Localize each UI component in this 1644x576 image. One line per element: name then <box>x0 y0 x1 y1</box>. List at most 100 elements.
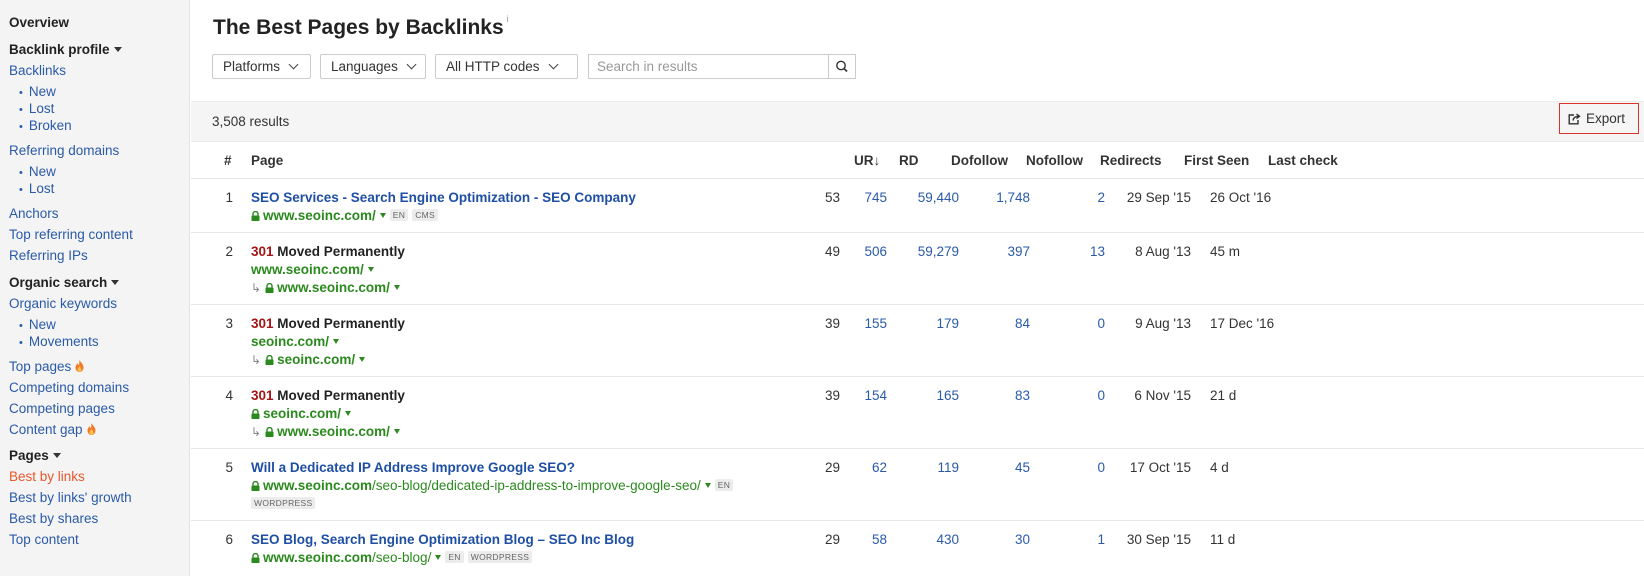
column-header-ur[interactable]: UR↓ <box>854 153 880 168</box>
page-title-link[interactable]: SEO Services - Search Engine Optimizatio… <box>251 190 636 205</box>
sidebar-item-content-gap[interactable]: Content gap <box>9 422 96 437</box>
fire-icon <box>87 423 96 435</box>
cell-dofollow[interactable]: 165 <box>891 388 959 403</box>
results-count: 3,508 results <box>212 114 290 129</box>
page-title-link[interactable]: 301 Moved Permanently <box>251 388 405 403</box>
sidebar-section-pages[interactable]: Pages <box>9 448 61 463</box>
column-header-dofollow[interactable]: Dofollow <box>951 153 1008 168</box>
cell-nofollow[interactable]: 397 <box>971 244 1030 259</box>
column-header-redirects[interactable]: Redirects <box>1100 153 1162 168</box>
url-menu-caret-icon[interactable] <box>333 339 340 344</box>
url-menu-caret-icon[interactable] <box>393 429 400 434</box>
caret-down-icon <box>113 47 122 52</box>
sidebar-item-referring-domains-lost[interactable]: • Lost <box>9 181 54 196</box>
cell-dofollow[interactable]: 59,279 <box>891 244 959 259</box>
sidebar-item-backlinks-broken[interactable]: • Broken <box>9 118 72 133</box>
http-code: 301 <box>251 388 274 403</box>
column-header-rd[interactable]: RD <box>899 153 919 168</box>
http-codes-dropdown[interactable]: All HTTP codes <box>435 54 578 79</box>
cell-redirects[interactable]: 2 <box>1051 190 1105 205</box>
cell-rd[interactable]: 154 <box>851 388 887 403</box>
sidebar-item-overview[interactable]: Overview <box>9 15 69 30</box>
cell-nofollow[interactable]: 1,748 <box>971 190 1030 205</box>
column-header-page[interactable]: Page <box>251 153 283 168</box>
cell-last-check: 4 d <box>1210 460 1229 475</box>
page-url[interactable]: seoinc.com/ <box>251 334 340 349</box>
sidebar-item-best-by-links-growth[interactable]: Best by links' growth <box>9 490 132 505</box>
cell-rd[interactable]: 58 <box>851 532 887 547</box>
search-button[interactable] <box>828 54 856 79</box>
info-icon[interactable]: i <box>507 14 509 24</box>
sidebar-item-best-by-links[interactable]: Best by links <box>9 469 85 484</box>
sidebar-section-backlink-profile[interactable]: Backlink profile <box>9 42 122 57</box>
redirect-target[interactable]: ↳ www.seoinc.com/ <box>251 424 400 439</box>
url-menu-caret-icon[interactable] <box>379 213 386 218</box>
cell-dofollow[interactable]: 119 <box>891 460 959 475</box>
sidebar-item-anchors[interactable]: Anchors <box>9 206 59 221</box>
cell-nofollow[interactable]: 30 <box>971 532 1030 547</box>
url-menu-caret-icon[interactable] <box>435 555 442 560</box>
cell-nofollow[interactable]: 45 <box>971 460 1030 475</box>
cell-rd[interactable]: 745 <box>851 190 887 205</box>
page-url[interactable]: www.seoinc.com/seo-blog/EN WORDPRESS <box>251 550 533 565</box>
cell-dofollow[interactable]: 179 <box>891 316 959 331</box>
cell-dofollow[interactable]: 430 <box>891 532 959 547</box>
sidebar-item-backlinks-lost[interactable]: • Lost <box>9 101 54 116</box>
url-menu-caret-icon[interactable] <box>704 483 711 488</box>
sidebar-item-referring-domains-new[interactable]: • New <box>9 164 56 179</box>
sidebar-item-top-content[interactable]: Top content <box>9 532 79 547</box>
sidebar-item-top-referring-content[interactable]: Top referring content <box>9 227 133 242</box>
column-header-nofollow[interactable]: Nofollow <box>1026 153 1083 168</box>
page-title-link[interactable]: 301 Moved Permanently <box>251 316 405 331</box>
sidebar-item-competing-domains[interactable]: Competing domains <box>9 380 129 395</box>
url-menu-caret-icon[interactable] <box>359 357 366 362</box>
cell-dofollow[interactable]: 59,440 <box>891 190 959 205</box>
sidebar-item-label: Top pages <box>9 359 72 374</box>
column-header-first-seen[interactable]: First Seen <box>1184 153 1249 168</box>
chevron-down-icon <box>548 59 558 70</box>
page-title-link[interactable]: 301 Moved Permanently <box>251 244 405 259</box>
cell-nofollow[interactable]: 84 <box>971 316 1030 331</box>
cell-rd[interactable]: 506 <box>851 244 887 259</box>
page-url[interactable]: www.seoinc.com/EN CMS <box>251 208 438 223</box>
sidebar-item-best-by-shares[interactable]: Best by shares <box>9 511 98 526</box>
sidebar-item-referring-ips[interactable]: Referring IPs <box>9 248 88 263</box>
languages-dropdown[interactable]: Languages <box>320 54 426 79</box>
sidebar-item-competing-pages[interactable]: Competing pages <box>9 401 115 416</box>
url-menu-caret-icon[interactable] <box>393 285 400 290</box>
redirect-target[interactable]: ↳ www.seoinc.com/ <box>251 280 400 295</box>
cell-redirects[interactable]: 0 <box>1051 316 1105 331</box>
url-menu-caret-icon[interactable] <box>345 411 352 416</box>
sidebar-item-organic-keywords[interactable]: Organic keywords <box>9 296 117 311</box>
cell-rd[interactable]: 155 <box>851 316 887 331</box>
sidebar-item-organic-new[interactable]: • New <box>9 317 56 332</box>
cell-nofollow[interactable]: 83 <box>971 388 1030 403</box>
language-tag: EN <box>389 209 409 221</box>
cell-redirects[interactable]: 1 <box>1051 532 1105 547</box>
url-menu-caret-icon[interactable] <box>367 267 374 272</box>
sidebar-item-backlinks[interactable]: Backlinks <box>9 63 66 78</box>
redirect-target[interactable]: ↳ seoinc.com/ <box>251 352 366 367</box>
cell-redirects[interactable]: 13 <box>1051 244 1105 259</box>
sidebar-item-organic-movements[interactable]: • Movements <box>9 334 99 349</box>
cell-rd[interactable]: 62 <box>851 460 887 475</box>
page-title-link[interactable]: Will a Dedicated IP Address Improve Goog… <box>251 460 575 475</box>
sidebar-item-referring-domains[interactable]: Referring domains <box>9 143 119 158</box>
page-url[interactable]: www.seoinc.com/seo-blog/dedicated-ip-add… <box>251 478 734 493</box>
column-header-last-check[interactable]: Last check <box>1268 153 1338 168</box>
cell-first-seen: 8 Aug '13 <box>1135 244 1191 259</box>
page-url[interactable]: seoinc.com/ <box>251 406 352 421</box>
sidebar-item-backlinks-new[interactable]: • New <box>9 84 56 99</box>
page-url[interactable]: www.seoinc.com/ <box>251 262 374 277</box>
url-path: /seo-blog/dedicated-ip-address-to-improv… <box>372 478 701 493</box>
search-input[interactable] <box>588 54 829 79</box>
url-domain: seoinc.com/ <box>251 334 330 349</box>
export-button[interactable]: Export <box>1559 103 1639 134</box>
cell-redirects[interactable]: 0 <box>1051 388 1105 403</box>
sidebar-item-top-pages[interactable]: Top pages <box>9 359 84 374</box>
sidebar-section-organic-search[interactable]: Organic search <box>9 275 120 290</box>
platforms-dropdown[interactable]: Platforms <box>212 54 311 79</box>
divider <box>191 178 1644 179</box>
cell-redirects[interactable]: 0 <box>1051 460 1105 475</box>
page-title-link[interactable]: SEO Blog, Search Engine Optimization Blo… <box>251 532 634 547</box>
